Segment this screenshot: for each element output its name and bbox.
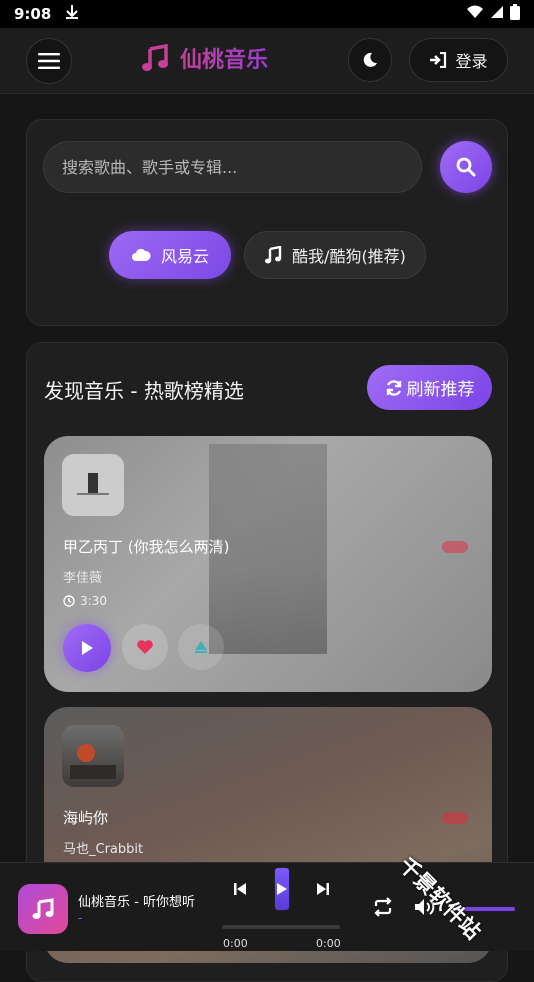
- search-card: 风易云 酷我/酷狗(推荐): [26, 119, 508, 326]
- menu-button[interactable]: [26, 38, 72, 84]
- repeat-icon: [374, 897, 392, 917]
- song-card[interactable]: 甲乙丙丁 (你我怎么两清) 李佳薇 3:30: [44, 436, 492, 692]
- search-button[interactable]: [440, 141, 492, 193]
- cloud-icon: [131, 248, 151, 261]
- play-icon: [277, 883, 287, 895]
- brand: 仙桃音乐: [140, 42, 268, 74]
- app-header: 仙桃音乐 登录: [0, 28, 534, 94]
- like-button[interactable]: [122, 624, 168, 670]
- login-icon: [430, 52, 447, 68]
- current-time: 0:00: [223, 937, 248, 950]
- song-badge: [442, 541, 468, 553]
- music-note-icon: [142, 43, 168, 71]
- player-cover: [18, 884, 68, 934]
- song-title: 海屿你: [63, 809, 109, 827]
- song-duration-text: 3:30: [80, 594, 107, 608]
- repeat-button[interactable]: [372, 897, 394, 921]
- wifi-icon: [466, 5, 484, 23]
- refresh-label: 刷新推荐: [406, 380, 475, 400]
- refresh-button[interactable]: 刷新推荐: [367, 365, 492, 410]
- album-cover: [62, 725, 124, 787]
- search-input[interactable]: [43, 141, 422, 193]
- search-icon: [456, 157, 476, 177]
- progress-bar[interactable]: [222, 925, 340, 929]
- clock-icon: [63, 595, 75, 607]
- heart-icon: [137, 640, 153, 654]
- song-artist: 李佳薇: [63, 571, 103, 586]
- player-subtitle: -: [78, 911, 83, 925]
- moon-icon: [363, 52, 377, 67]
- refresh-icon: [386, 379, 401, 396]
- download-icon: [65, 4, 79, 24]
- music-icon: [265, 246, 282, 264]
- status-bar: 9:08: [0, 0, 534, 28]
- song-badge: [442, 812, 468, 824]
- login-label: 登录: [455, 52, 488, 71]
- source-kuwo-button[interactable]: 酷我/酷狗(推荐): [244, 231, 426, 279]
- next-icon: [317, 883, 329, 895]
- brand-name: 仙桃音乐: [180, 42, 268, 74]
- next-button[interactable]: [313, 879, 333, 899]
- music-note-icon: [32, 898, 54, 919]
- play-icon: [82, 641, 93, 655]
- login-button[interactable]: 登录: [409, 38, 508, 82]
- song-title: 甲乙丙丁 (你我怎么两清): [63, 538, 230, 556]
- signal-icon: [490, 5, 504, 23]
- previous-button[interactable]: [230, 879, 250, 899]
- total-time: 0:00: [316, 937, 341, 950]
- source-netease-button[interactable]: 风易云: [109, 231, 231, 279]
- play-button[interactable]: [63, 624, 111, 672]
- battery-icon: [510, 4, 520, 24]
- discover-title: 发现音乐 - 热歌榜精选: [44, 379, 244, 403]
- player-play-button[interactable]: [274, 867, 290, 911]
- download-icon: [195, 641, 207, 653]
- album-cover: [62, 454, 124, 516]
- source-netease-label: 风易云: [160, 247, 209, 266]
- source-kuwo-label: 酷我/酷狗(推荐): [292, 247, 406, 266]
- download-button[interactable]: [178, 624, 224, 670]
- song-duration: 3:30: [63, 594, 107, 608]
- previous-icon: [234, 883, 246, 895]
- player-title: 仙桃音乐 - 听你想听: [78, 895, 195, 910]
- hamburger-icon: [38, 53, 60, 69]
- theme-toggle-button[interactable]: [348, 38, 392, 82]
- status-time: 9:08: [14, 5, 52, 23]
- song-artist: 马也_Crabbit: [63, 842, 144, 857]
